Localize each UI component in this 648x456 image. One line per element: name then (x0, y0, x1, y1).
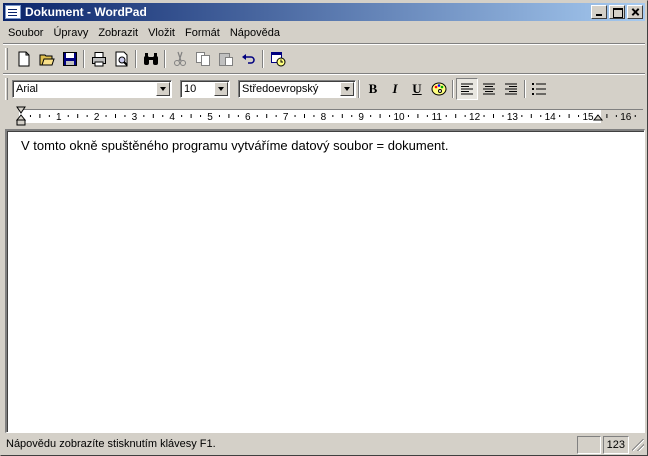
underline-button[interactable]: U (406, 78, 428, 100)
document-area[interactable]: V tomto okně spuštěného programu vytváří… (5, 129, 645, 433)
align-left-icon (461, 83, 473, 95)
font-size-value: 10 (184, 83, 197, 95)
ruler-marks: 1 2 3 4 5 6 7 8 9 10 11 12 13 14 15 16 (15, 106, 636, 126)
menu-napoveda[interactable]: Nápověda (225, 24, 285, 42)
bold-button[interactable]: B (362, 78, 384, 100)
ruler-number: 10 (393, 112, 405, 123)
ruler-number: 6 (245, 112, 251, 123)
document-text[interactable]: V tomto okně spuštěného programu vytváří… (21, 138, 448, 153)
window-title: Dokument - WordPad (25, 5, 147, 19)
undo-button[interactable] (237, 48, 260, 70)
ruler[interactable]: 1 2 3 4 5 6 7 8 9 10 11 12 13 14 15 16 (3, 105, 645, 127)
ruler-number: 3 (132, 112, 138, 123)
date-time-icon (270, 52, 285, 67)
align-center-button[interactable] (478, 78, 500, 100)
right-indent-marker[interactable] (592, 114, 604, 121)
ruler-number: 9 (358, 112, 364, 123)
font-value: Arial (16, 83, 39, 95)
font-combo[interactable]: Arial (12, 80, 172, 98)
ruler-number: 7 (283, 112, 289, 123)
align-center-icon (483, 83, 495, 95)
cut-icon (173, 51, 186, 66)
menu-separator (3, 43, 645, 45)
status-bar: Nápovědu zobrazíte stisknutím klávesy F1… (3, 435, 645, 455)
print-preview-button[interactable] (110, 48, 133, 70)
chevron-down-icon[interactable] (156, 82, 170, 96)
save-icon (62, 52, 77, 66)
left-indent-marker[interactable] (15, 114, 27, 121)
status-panel-empty (576, 436, 601, 454)
new-button[interactable] (12, 48, 35, 70)
font-size-combo[interactable]: 10 (180, 80, 230, 98)
open-button[interactable] (35, 48, 58, 70)
toolbar-separator-line (3, 73, 645, 75)
menu-soubor[interactable]: Soubor (3, 24, 48, 42)
print-button[interactable] (87, 48, 110, 70)
chevron-down-icon[interactable] (340, 82, 354, 96)
ruler-number: 15 (582, 112, 594, 123)
ruler-number: 11 (432, 112, 443, 123)
ruler-number: 1 (56, 112, 62, 123)
align-left-button[interactable] (456, 78, 478, 100)
menu-zobrazit[interactable]: Zobrazit (93, 24, 143, 42)
minimize-button[interactable] (591, 5, 607, 19)
wordpad-window: Dokument - WordPad Soubor Úpravy Zobrazi… (0, 0, 648, 456)
ruler-number: 16 (620, 112, 632, 123)
ruler-number: 2 (94, 112, 100, 123)
ruler-number: 4 (169, 112, 175, 123)
color-button[interactable] (428, 78, 450, 100)
cut-button[interactable] (168, 48, 191, 70)
save-button[interactable] (58, 48, 81, 70)
left-indent-box[interactable] (16, 119, 26, 126)
wordpad-app-icon[interactable] (5, 5, 21, 19)
print-icon (91, 52, 106, 67)
bullet-list-icon (532, 83, 546, 95)
find-button[interactable] (139, 48, 162, 70)
menu-format[interactable]: Formát (180, 24, 225, 42)
ruler-number: 14 (545, 112, 557, 123)
menu-upravy[interactable]: Úpravy (48, 24, 93, 42)
print-preview-icon (115, 51, 128, 67)
find-icon (143, 53, 158, 65)
format-bar: Arial 10 Středoevropský B I U (5, 77, 550, 101)
chevron-down-icon[interactable] (214, 82, 228, 96)
status-message: Nápovědu zobrazíte stisknutím klávesy F1… (6, 438, 216, 450)
num-lock-indicator: 123 (602, 436, 629, 454)
maximize-button[interactable] (609, 5, 625, 19)
menu-bar: Soubor Úpravy Zobrazit Vložit Formát Náp… (3, 23, 285, 43)
ruler-number: 5 (207, 112, 213, 123)
formatbar-separator (450, 78, 456, 100)
ruler-number: 12 (469, 112, 481, 123)
bullets-button[interactable] (528, 78, 550, 100)
menu-vlozit[interactable]: Vložit (143, 24, 180, 42)
align-right-button[interactable] (500, 78, 522, 100)
align-right-icon (505, 83, 517, 95)
title-bar[interactable]: Dokument - WordPad (3, 3, 645, 21)
italic-button[interactable]: I (384, 78, 406, 100)
ruler-number: 8 (321, 112, 327, 123)
standard-toolbar (5, 47, 289, 71)
script-value: Středoevropský (242, 83, 319, 95)
formatbar-separator (356, 78, 362, 100)
paste-button[interactable] (214, 48, 237, 70)
paste-icon (218, 53, 233, 66)
ruler-number: 13 (507, 112, 519, 123)
script-combo[interactable]: Středoevropský (238, 80, 356, 98)
copy-icon (195, 52, 210, 66)
resize-grip[interactable] (631, 438, 645, 452)
date-time-button[interactable] (266, 48, 289, 70)
toolbar-grip[interactable] (5, 48, 8, 70)
formatbar-separator (522, 78, 528, 100)
formatbar-grip[interactable] (5, 78, 8, 100)
open-icon (39, 54, 55, 66)
new-icon (18, 51, 29, 67)
close-button[interactable] (627, 5, 643, 19)
palette-icon (431, 82, 447, 96)
undo-icon (241, 54, 255, 64)
copy-button[interactable] (191, 48, 214, 70)
first-line-indent-marker[interactable] (16, 106, 26, 114)
